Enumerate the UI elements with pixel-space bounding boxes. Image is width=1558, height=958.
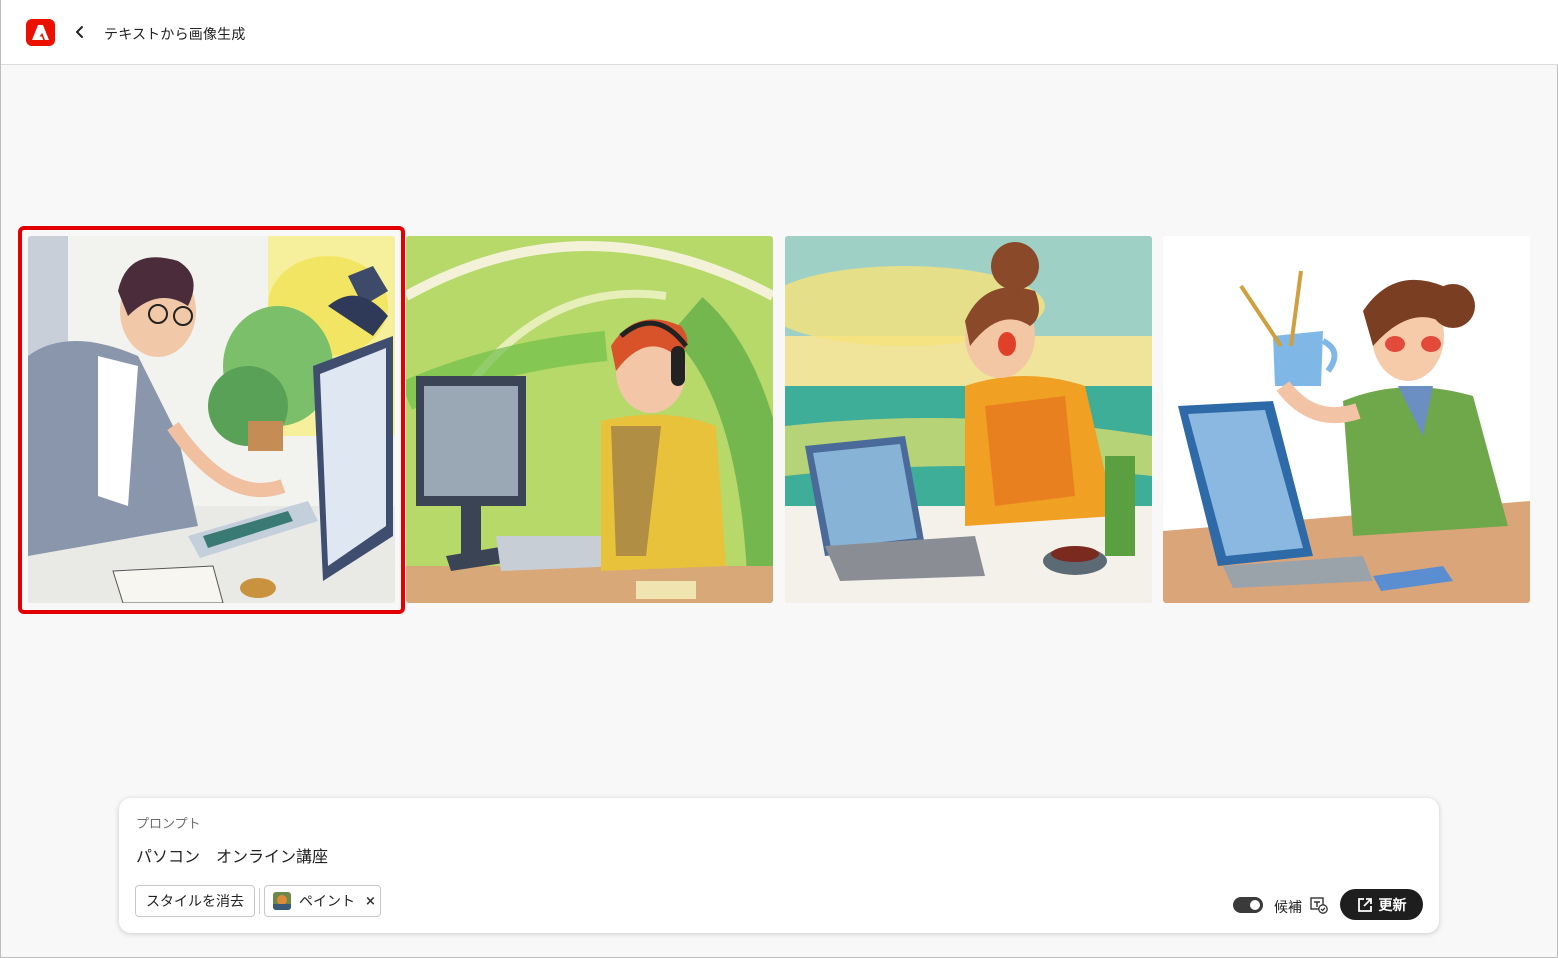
- style-chip-label: ペイント: [299, 894, 355, 910]
- suggestions-toggle[interactable]: [1233, 897, 1263, 913]
- share-refresh-icon: [1357, 897, 1372, 912]
- watercolor-man-at-desktop-image: [28, 236, 395, 603]
- paint-style-thumbnail-icon: [273, 892, 291, 910]
- clear-style-label: スタイルを消去: [146, 894, 244, 910]
- adobe-logo-icon[interactable]: [26, 19, 55, 46]
- prompt-panel: プロンプト パソコン オンライン講座 スタイルを消去 ペイント × 候補 更新: [119, 798, 1439, 933]
- watercolor-woman-with-headphones-image: [406, 236, 773, 603]
- back-chevron-icon[interactable]: [71, 22, 89, 42]
- clear-style-button[interactable]: スタイルを消去: [135, 885, 255, 917]
- app-window: テキストから画像生成 プロンプト パソコン オンライン講座 スタイルを消去 ペイ…: [0, 0, 1558, 958]
- top-bar: テキストから画像生成: [1, 0, 1558, 65]
- refresh-button[interactable]: 更新: [1340, 889, 1423, 920]
- gallery-image-2[interactable]: [406, 236, 773, 603]
- gallery-image-4[interactable]: [1163, 236, 1530, 603]
- watercolor-woman-by-sea-image: [785, 236, 1152, 603]
- refresh-label: 更新: [1378, 897, 1407, 914]
- page-title: テキストから画像生成: [104, 27, 246, 43]
- watercolor-woman-with-cup-image: [1163, 236, 1530, 603]
- prompt-input[interactable]: パソコン オンライン講座: [136, 843, 328, 867]
- gallery-image-1[interactable]: [28, 236, 395, 603]
- style-chip-paint[interactable]: ペイント ×: [264, 885, 381, 917]
- chip-divider: [259, 888, 260, 914]
- gallery-image-3[interactable]: [785, 236, 1152, 603]
- remove-style-icon[interactable]: ×: [365, 894, 376, 909]
- image-gallery: [1, 236, 1558, 604]
- suggestions-toggle-label: 候補: [1274, 900, 1302, 916]
- content-credentials-icon[interactable]: [1310, 896, 1328, 918]
- prompt-label: プロンプト: [136, 817, 201, 832]
